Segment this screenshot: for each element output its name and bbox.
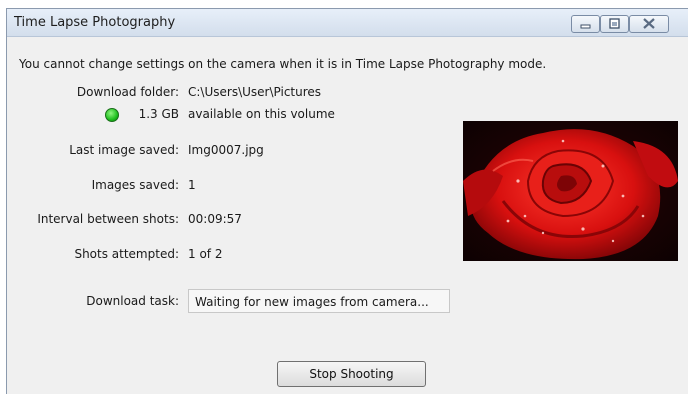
interval-value: 00:09:57 [188,212,242,226]
download-folder-value: C:\Users\User\Pictures [188,85,322,99]
shots-label: Shots attempted: [74,247,179,261]
last-image-label: Last image saved: [69,143,179,157]
last-image-thumbnail [463,121,678,261]
shots-value: 1 of 2 [188,247,223,261]
window-content: You cannot change settings on the camera… [7,37,688,394]
stop-shooting-button[interactable]: Stop Shooting [277,361,426,387]
green-status-icon [105,108,119,122]
download-task-field: Waiting for new images from camera... [188,289,450,313]
images-saved-label: Images saved: [91,178,179,192]
images-saved-value: 1 [188,178,196,192]
window-title: Time Lapse Photography [14,15,176,30]
close-button[interactable] [629,15,669,33]
title-bar[interactable]: Time Lapse Photography [7,9,688,37]
close-icon [643,18,655,29]
volume-size: 1.3 GB [138,107,179,121]
minimize-button[interactable] [571,15,600,33]
time-lapse-window: Time Lapse Photography You cannot change… [6,8,688,394]
info-message: You cannot change settings on the camera… [19,57,547,71]
download-task-label: Download task: [86,294,179,308]
download-folder-label: Download folder: [76,85,179,99]
last-image-value: Img0007.jpg [188,143,264,157]
minimize-icon [580,24,591,29]
maximize-icon [609,18,620,29]
rose-photo [463,121,678,261]
maximize-button[interactable] [600,15,629,33]
interval-label: Interval between shots: [37,212,179,226]
volume-available-text: available on this volume [188,107,335,121]
